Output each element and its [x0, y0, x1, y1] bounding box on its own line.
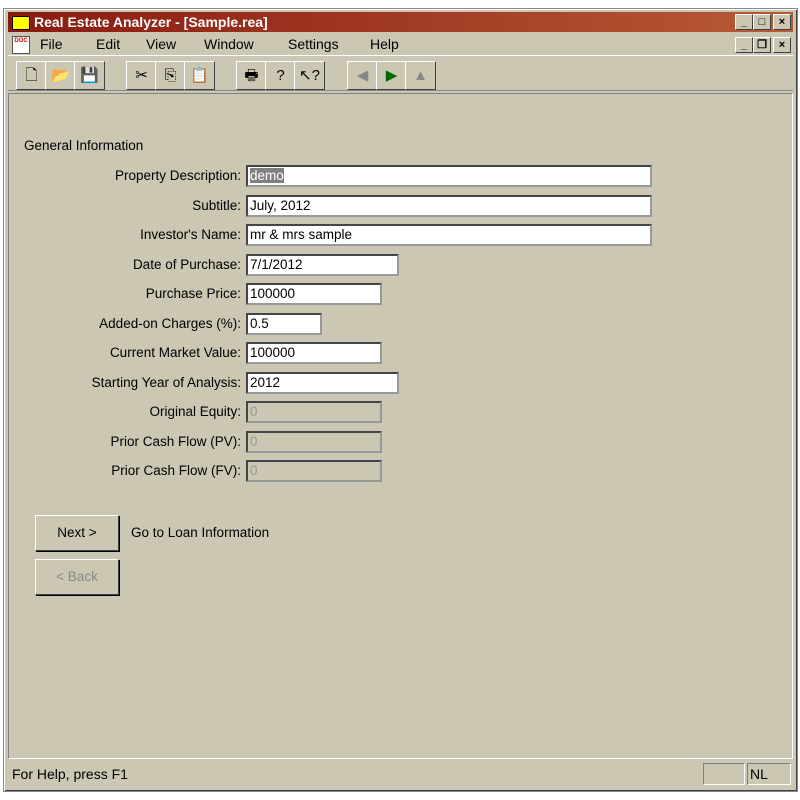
up-icon: ▲ [413, 67, 428, 84]
field-label: Original Equity: [149, 404, 241, 419]
field-input[interactable]: 2012 [246, 371, 399, 394]
maximize-button[interactable]: □ [753, 14, 771, 30]
field-label: Added-on Charges (%): [99, 315, 241, 331]
field-label: Date of Purchase: [132, 256, 241, 272]
field-input[interactable]: 0.5 [246, 312, 322, 335]
field-value: 0 [250, 433, 258, 449]
field-value: 100000 [250, 345, 296, 360]
cut-icon: ✂ [135, 67, 148, 84]
toolbar: 🗋 📂 💾 ✂ ⎘ 📋 🖶? ↖? ◀ ▶ ▲ [8, 55, 793, 91]
mdi-minimize-button[interactable]: _ [735, 37, 753, 53]
previous-button[interactable]: ◀ [347, 61, 378, 90]
menu-settings[interactable]: Settings [288, 34, 339, 54]
save-icon: 💾 [80, 67, 99, 84]
print-icon: 🖶 [244, 67, 259, 84]
field-input[interactable]: 0 [246, 401, 382, 423]
field-value: 7/1/2012 [250, 256, 303, 272]
help-button[interactable]: ? [265, 61, 296, 90]
field-label: Current Market Value: [109, 345, 241, 360]
field-input[interactable]: 0 [246, 460, 382, 482]
context-help-icon: ↖? [299, 67, 320, 84]
mdi-close-button[interactable]: × [773, 37, 791, 53]
field-input[interactable]: 100000 [246, 342, 382, 364]
paste-icon: 📋 [190, 67, 209, 84]
status-pane [703, 763, 745, 785]
open-button[interactable]: 📂 [45, 61, 76, 90]
cut-button[interactable]: ✂ [126, 61, 157, 90]
field-value: 0.5 [250, 315, 269, 331]
field-label: Purchase Price: [145, 286, 241, 301]
field-input[interactable]: 0 [246, 430, 382, 453]
paste-button[interactable]: 📋 [184, 61, 215, 90]
open-icon: 📂 [51, 67, 70, 84]
previous-icon: ◀ [356, 67, 369, 84]
back-button[interactable]: < Back [35, 559, 119, 595]
field-label: Prior Cash Flow (PV): [110, 433, 241, 449]
field-label: Investor's Name: [140, 227, 241, 242]
status-indicator: NL [747, 763, 791, 785]
field-value: 100000 [250, 286, 296, 301]
field-value: July, 2012 [250, 197, 311, 213]
field-label: Property Description: [114, 168, 241, 183]
field-label: Subtitle: [192, 197, 241, 213]
window-title: Real Estate Analyzer - [Sample.rea] [34, 14, 268, 30]
field-input[interactable]: demo [246, 165, 652, 187]
help-icon: ? [276, 67, 285, 84]
next-icon: ▶ [385, 67, 398, 84]
field-value: 0 [250, 404, 258, 419]
menu-bar: DOC File Edit View Window Settings Help … [8, 34, 793, 54]
field-input[interactable]: mr & mrs sample [246, 224, 652, 246]
title-bar[interactable]: Real Estate Analyzer - [Sample.rea] _ □ … [8, 12, 793, 32]
status-bar: For Help, press F1 NL [8, 761, 793, 787]
field-label: Prior Cash Flow (FV): [111, 463, 241, 478]
menu-window[interactable]: Window [204, 34, 254, 54]
print-button[interactable]: 🖶 [236, 61, 267, 90]
new-button[interactable]: 🗋 [16, 61, 47, 90]
new-icon: 🗋 [25, 67, 38, 84]
menu-view[interactable]: View [146, 34, 176, 54]
next-button[interactable]: Next > [35, 515, 119, 551]
section-heading: General Information [24, 138, 144, 153]
save-button[interactable]: 💾 [74, 61, 105, 90]
status-text: For Help, press F1 [12, 766, 128, 782]
menu-edit[interactable]: Edit [96, 34, 120, 54]
field-label: Starting Year of Analysis: [91, 374, 241, 390]
general-information-form: General Information Next > Go to Loan In… [8, 93, 793, 759]
close-button[interactable]: × [773, 14, 791, 30]
menu-help[interactable]: Help [370, 34, 399, 54]
app-icon[interactable] [12, 16, 30, 30]
document-icon[interactable]: DOC [12, 36, 30, 54]
app-window: Real Estate Analyzer - [Sample.rea] _ □ … [3, 8, 798, 792]
copy-icon: ⎘ [164, 67, 177, 84]
up-button[interactable]: ▲ [405, 61, 436, 90]
field-value: 0 [250, 463, 258, 478]
back-label: < Back [56, 569, 98, 584]
minimize-button[interactable]: _ [735, 14, 753, 30]
context-help-button[interactable]: ↖? [294, 61, 325, 90]
next-button[interactable]: ▶ [376, 61, 407, 90]
field-input[interactable]: 7/1/2012 [246, 253, 399, 276]
menu-file[interactable]: File [40, 34, 63, 54]
next-label: Next > [57, 525, 97, 540]
mdi-restore-button[interactable]: ❐ [753, 37, 771, 53]
field-input[interactable]: 100000 [246, 283, 382, 305]
field-value: mr & mrs sample [250, 227, 353, 242]
field-input[interactable]: July, 2012 [246, 194, 652, 217]
next-description: Go to Loan Information [131, 525, 270, 540]
copy-button[interactable]: ⎘ [155, 61, 186, 90]
field-value: 2012 [250, 374, 281, 390]
field-value: demo [250, 168, 284, 183]
